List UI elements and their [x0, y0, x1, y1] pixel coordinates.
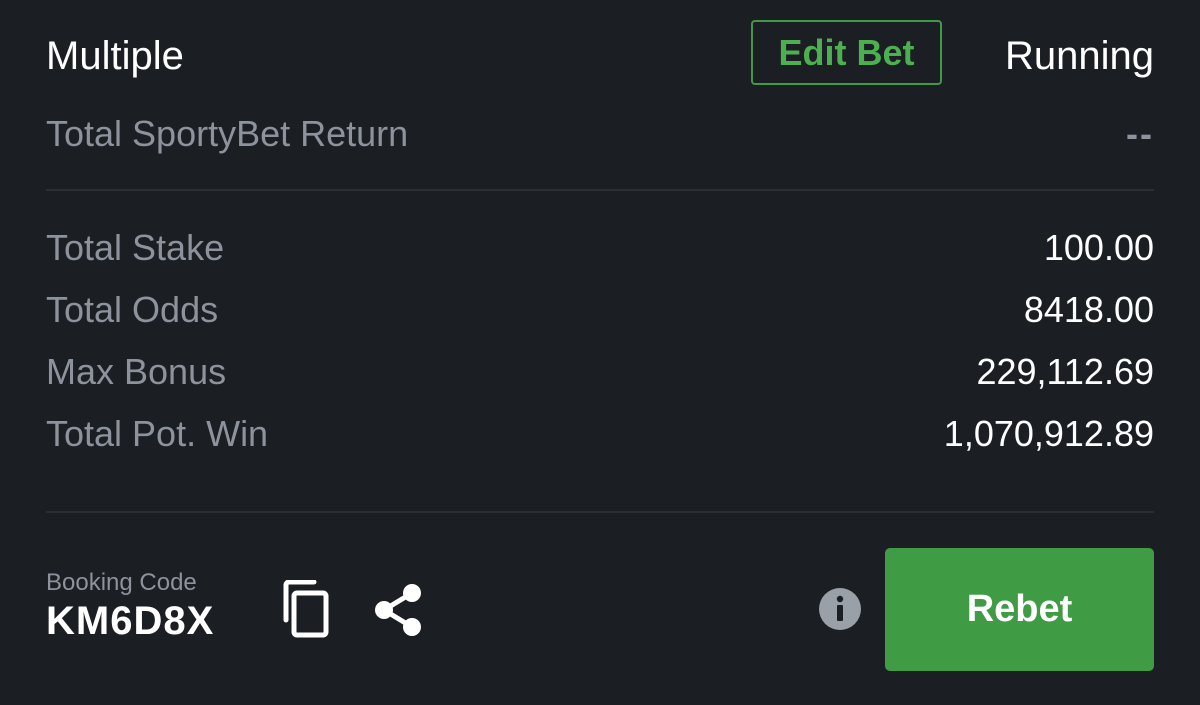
- summary-value: 100.00: [1043, 227, 1154, 268]
- summary-value: 1,070,912.89: [943, 413, 1154, 454]
- booking-code-block: Booking Code KM6D8X: [46, 568, 214, 644]
- summary-value: 229,112.69: [976, 351, 1154, 392]
- info-icon[interactable]: [818, 587, 862, 631]
- divider: [46, 511, 1154, 513]
- summary-label: Max Bonus: [46, 351, 227, 392]
- summary-label: Total Odds: [46, 289, 219, 330]
- bet-summary: Total Stake 100.00 Total Odds 8418.00 Ma…: [46, 226, 1154, 474]
- booking-code-label: Booking Code: [46, 569, 197, 596]
- bet-header: Multiple Edit Bet Running: [46, 20, 1154, 90]
- return-row: Total SportyBet Return --: [46, 112, 1154, 156]
- divider: [46, 189, 1154, 191]
- summary-row-total-pot-win: Total Pot. Win 1,070,912.89: [46, 412, 1154, 474]
- booking-code-value: KM6D8X: [46, 599, 215, 643]
- bet-status: Running: [1004, 34, 1154, 78]
- rebet-button[interactable]: Rebet: [885, 548, 1154, 671]
- return-label: Total SportyBet Return: [46, 113, 409, 154]
- share-icon[interactable]: [372, 583, 424, 637]
- return-value: --: [1126, 113, 1154, 154]
- summary-row-total-odds: Total Odds 8418.00: [46, 288, 1154, 350]
- bet-card: Multiple Edit Bet Running Total SportyBe…: [46, 0, 1154, 705]
- edit-bet-button[interactable]: Edit Bet: [751, 20, 942, 85]
- summary-row-total-stake: Total Stake 100.00: [46, 226, 1154, 288]
- summary-label: Total Stake: [46, 227, 225, 268]
- bet-type-title: Multiple: [46, 34, 184, 78]
- copy-icon[interactable]: [280, 579, 330, 638]
- summary-value: 8418.00: [1023, 289, 1154, 330]
- summary-label: Total Pot. Win: [46, 413, 269, 454]
- summary-row-max-bonus: Max Bonus 229,112.69: [46, 350, 1154, 412]
